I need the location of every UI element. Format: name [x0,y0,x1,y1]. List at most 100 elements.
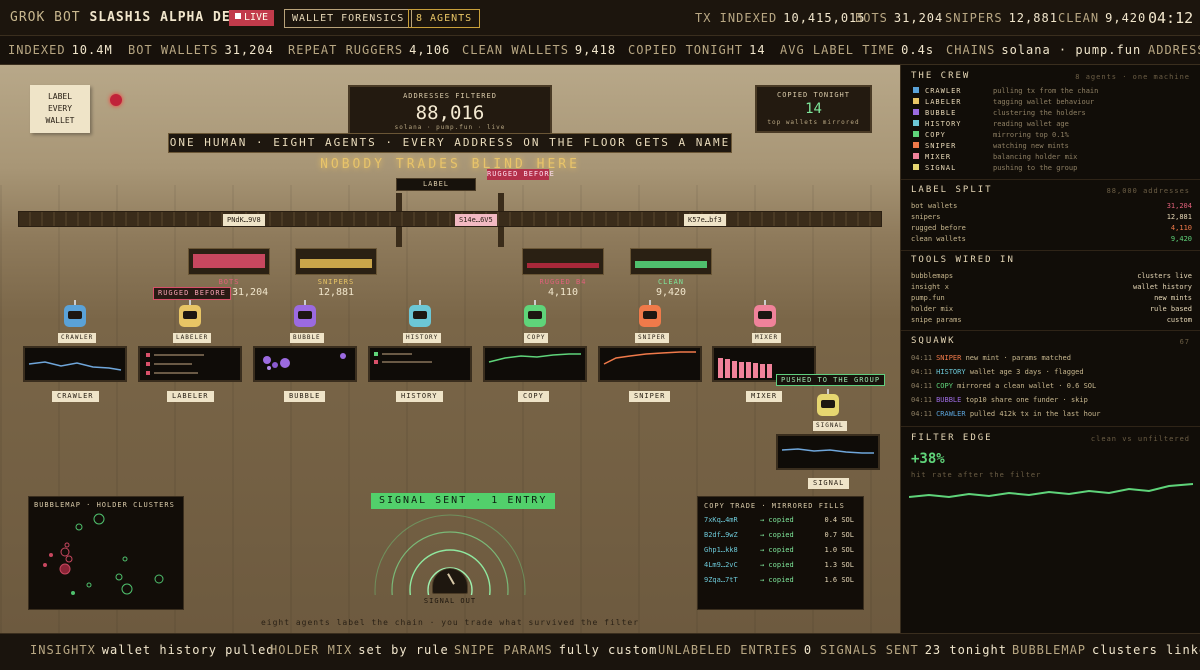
agent-copy-robot[interactable] [524,300,546,327]
ticker-indexed: INDEXED 10.4M [8,43,113,57]
filtered-value: 88,016 [415,102,485,124]
clock: 04:12 [1148,9,1194,27]
crew-item-sniper[interactable]: SNIPER watching new mints [913,141,1069,151]
swatch-icon [913,120,919,126]
bin-snipers [295,248,377,275]
table-row[interactable]: Ghp1…kk8 → copied 1.0 SOL [704,545,860,555]
tool-row-pumpfun[interactable]: pump.fun new mints [911,293,1192,303]
crew-item-mixer[interactable]: MIXER balancing holder mix [913,152,1077,162]
copied-sub: top wallets mirrored [767,119,860,126]
tag-agents[interactable]: 8 AGENTS [408,9,481,28]
agent-crawler-label: CRAWLER [58,333,97,343]
stat-tx-indexed: TX INDEXED 10,415,015 [695,11,866,25]
rugged-before-annotation: RUGGED BEFORE [153,287,231,300]
bottom-item-signals-sent: SIGNALS SENT 23 tonight [820,643,1007,657]
tool-row-insightx[interactable]: insight x wallet history [911,282,1192,292]
ticker-chains: CHAINS solana · pump.fun [946,43,1142,57]
live-badge: LIVE [229,10,275,26]
signal-sparkline [781,448,874,454]
tag-wallet-forensics[interactable]: WALLET FORENSICS [284,9,413,28]
copy-sparkline [488,353,581,363]
agent-mixer-robot[interactable] [754,300,776,327]
crew-item-copy[interactable]: COPY mirroring top 0.1% [913,130,1069,140]
stat-bots: BOTS 31,204 [855,11,944,25]
bubblemap-panel: BUBBLEMAP · HOLDER CLUSTERS [28,496,184,610]
agent-bubble-robot[interactable] [294,300,316,327]
bottom-item-insightx: INSIGHTX wallet history pulled [30,643,275,657]
bin-value-snipers: 12,881 [317,287,355,298]
bottom-item-holder-mix: HOLDER MIX set by rule [270,643,449,657]
plate-bubble: BUBBLE [284,391,326,402]
labeler-monitor [138,346,242,382]
table-row[interactable]: 4Lm9…2vC → copied 1.3 SOL [704,560,860,570]
conveyor-belt [18,211,882,227]
swatch-icon [913,153,919,159]
filter-edge-title: FILTER EDGE [911,433,993,443]
copied-value: 14 [805,101,822,117]
bottom-item-snipe-params: SNIPE PARAMS fully custom [454,643,658,657]
stat-snipers: SNIPERS 12,881 [945,11,1058,25]
wallet-package[interactable]: PNdK…9V8 [223,214,265,226]
history-list [374,352,432,364]
bin-fill [300,259,372,268]
bin-fill [193,254,265,268]
dish-needle-icon [447,573,455,585]
divider [901,179,1200,180]
ticker-clean-wallets: CLEAN WALLETS 9,418 [462,43,617,57]
app-name: GROK BOT [10,10,81,25]
agent-sniper-label: SNIPER [635,333,669,343]
addresses-filtered-panel: ADDRESSES FILTERED 88,016 solana · pump.… [348,85,552,137]
sticky-note: LABEL EVERY WALLET [30,85,90,133]
crew-item-bubble[interactable]: BUBBLE clustering the holders [913,108,1086,118]
crew-item-crawler[interactable]: CRAWLER pulling tx from the chain [913,86,1098,96]
labeler-list [146,353,204,375]
copied-label: COPIED TONIGHT [776,91,850,99]
neon-slogan: NOBODY TRADES BLIND HERE [320,157,580,172]
agent-copy-label: COPY [524,333,549,343]
filtered-label: ADDRESSES FILTERED [403,92,497,100]
stats-ticker: INDEXED 10.4M BOT WALLETS 31,204 REPEAT RU… [0,36,1200,65]
bubblemap-clusters [43,513,164,595]
tool-row-holder-mix[interactable]: holder mix rule based [911,304,1192,314]
copy-trade-panel: COPY TRADE · MIRRORED FILLS 7xKq…4mR → co… [697,496,864,610]
agent-history-robot[interactable] [409,300,431,327]
floor-footnote: eight agents label the chain · you trade… [260,618,640,627]
table-row[interactable]: B2df…9wZ → copied 0.7 SOL [704,530,860,540]
agent-labeler-robot[interactable] [179,300,201,327]
crew-sub: 8 agents · one machine [1075,73,1190,81]
tool-row-snipe-params[interactable]: snipe params custom [911,315,1192,325]
bottom-item-bubblemap: BUBBLEMAPclusters linked [1012,643,1200,657]
filter-edge-value: +38% [911,451,945,467]
agent-sniper-robot[interactable] [639,300,661,327]
wallet-package[interactable]: K57e…bf3 [684,214,726,226]
bin-bots [188,248,270,275]
table-row[interactable]: 7xKq…4mR → copied 0.4 SOL [704,515,860,525]
plate-copy: COPY [518,391,549,402]
swatch-icon [913,131,919,137]
plate-signal: SIGNAL [808,478,850,489]
squawk-message: 04:11 CRAWLER pulled 412k tx in the last … [911,410,1101,418]
agent-signal-robot[interactable] [817,389,839,416]
sniper-sparkline [603,351,696,365]
trading-floor: LABEL EVERY WALLET ADDRESSES FILTERED 88,0… [0,65,900,633]
crew-item-labeler[interactable]: LABELER tagging wallet behaviour [913,97,1094,107]
label-station-tag: LABEL [396,178,476,191]
red-alarm-button[interactable] [110,94,122,106]
tool-row-bubblemaps[interactable]: bubblemaps clusters live [911,271,1192,281]
squawk-title: SQUAWK [911,336,956,346]
table-row[interactable]: 9Zqa…7tT → copied 1.6 SOL [704,575,860,585]
plate-labeler: LABELER [167,391,214,402]
crew-item-history[interactable]: HISTORY reading wallet age [913,119,1069,129]
app-title: GROK BOT SLASH1S ALPHA DESK [10,10,248,25]
agent-crawler-robot[interactable] [64,300,86,327]
pushed-to-group-tag: PUSHED TO THE GROUP [776,374,886,386]
bin-label-rugged: RUGGED B4 [539,278,587,286]
crew-item-signal[interactable]: SIGNAL pushing to the group [913,163,1077,173]
top-bar: GROK BOT SLASH1S ALPHA DESK LIVE WALLET … [0,0,1200,36]
split-row-bots: bot wallets 31,204 [911,202,1192,210]
agent-signal-label: SIGNAL [813,421,847,431]
split-row-clean: clean wallets 9,420 [911,235,1192,243]
signal-monitor [776,434,880,470]
live-label: LIVE [244,12,269,23]
wallet-package[interactable]: S14e…6V5 [455,214,497,226]
